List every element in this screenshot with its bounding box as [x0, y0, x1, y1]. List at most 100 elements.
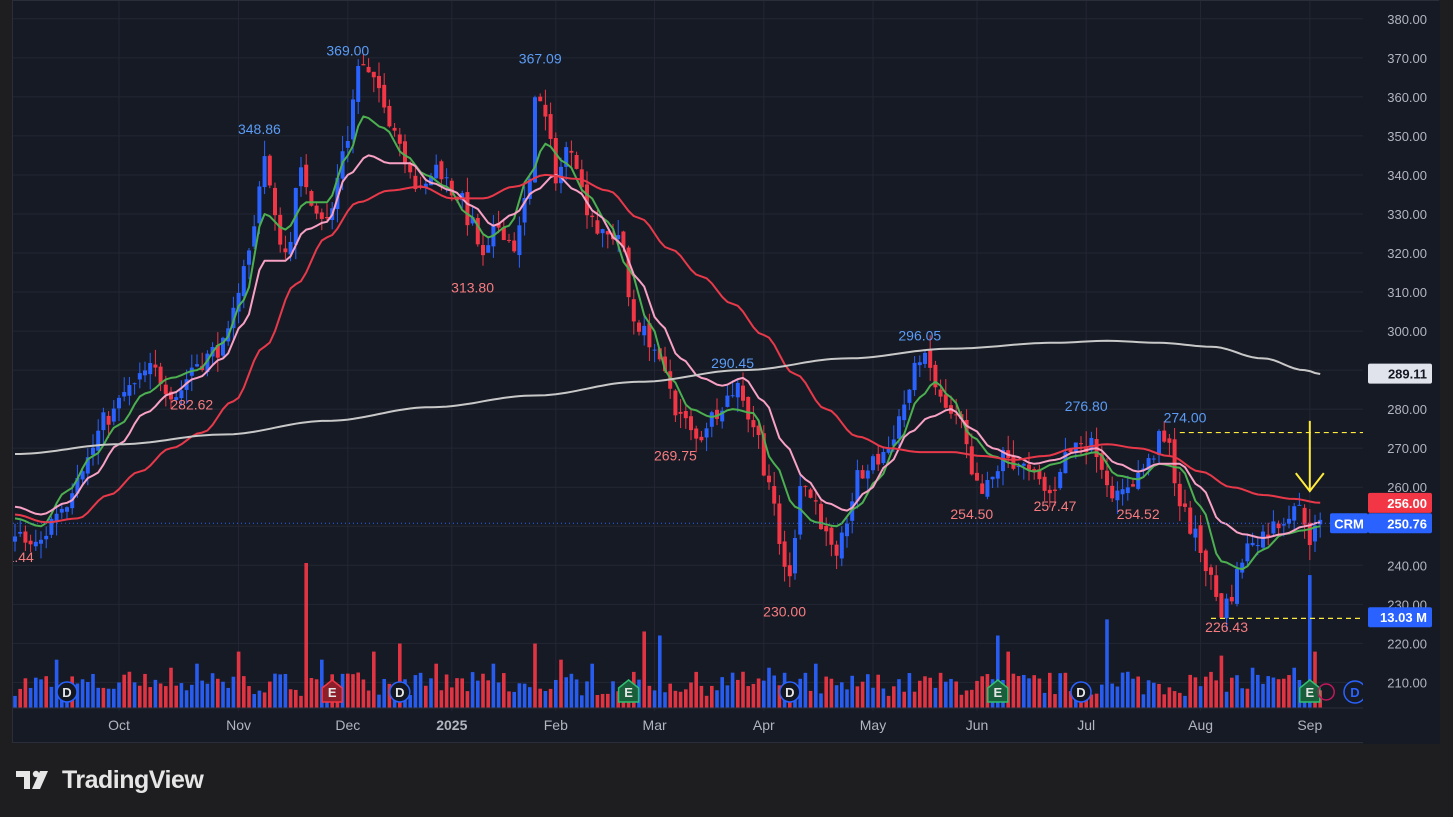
tradingview-logo-icon	[16, 770, 48, 789]
candle-body	[995, 471, 1000, 479]
candle-body	[163, 384, 168, 395]
volume-bar	[663, 692, 667, 708]
volume-bar	[944, 681, 948, 708]
volume-bar	[642, 631, 646, 708]
volume-bar	[548, 688, 553, 708]
candle-body	[262, 156, 267, 188]
volume-bar	[1214, 680, 1218, 708]
volume-bar	[1178, 692, 1182, 708]
candle-body	[631, 299, 636, 322]
candle-body	[735, 382, 740, 398]
candle-body	[928, 349, 933, 368]
candle-body	[257, 186, 262, 224]
ma-line-ma-mid	[14, 154, 1321, 539]
candle-body	[808, 489, 813, 498]
volume-bar	[278, 674, 282, 708]
price-axis-tick: 210.00	[1387, 675, 1427, 690]
price-axis: 210.00220.00230.00240.00250.00260.00270.…	[1363, 1, 1440, 744]
volume-bar	[216, 678, 220, 708]
volume-bar	[1230, 677, 1234, 708]
volume-bar	[361, 679, 366, 708]
earnings-marker: E	[1299, 679, 1321, 703]
volume-bar	[590, 663, 594, 708]
price-badge: 289.11	[1368, 363, 1432, 384]
volume-bar	[1256, 674, 1260, 708]
candle-body	[975, 472, 979, 481]
volume-bar	[538, 688, 542, 708]
candle-body	[33, 541, 38, 547]
volume-bar	[1235, 675, 1239, 708]
volume-bar	[595, 695, 600, 708]
volume-bar	[247, 686, 251, 708]
volume-bar	[101, 687, 106, 708]
volume-bar	[481, 673, 485, 708]
candle-body	[444, 177, 449, 179]
price-badge-label: 256.00	[1387, 496, 1427, 511]
price-badge: 13.03 M	[1368, 607, 1432, 628]
volume-bar	[1136, 676, 1140, 708]
candle-body	[39, 539, 43, 544]
candle-body	[1131, 484, 1135, 487]
volume-bar	[1058, 673, 1062, 708]
candle-body	[1276, 523, 1281, 529]
price-axis-tick: 350.00	[1387, 129, 1427, 144]
price-axis-tick: 240.00	[1387, 558, 1427, 573]
candle-body	[543, 104, 548, 117]
price-axis-tick: 330.00	[1387, 207, 1427, 222]
symbol-badge-label: CRM	[1334, 516, 1364, 531]
volume-bar	[309, 678, 314, 708]
candle-body	[18, 531, 23, 534]
volume-bar	[153, 679, 158, 708]
price-extreme-label: 348.86	[238, 121, 281, 137]
candle-body	[969, 446, 974, 475]
volume-bar	[1204, 676, 1208, 708]
volume-bar	[1063, 672, 1068, 708]
volume-bar	[819, 693, 823, 708]
candle-body	[897, 416, 901, 439]
volume-bar	[127, 671, 132, 708]
brand[interactable]: TradingView	[16, 765, 204, 795]
volume-bar	[928, 677, 932, 708]
volume-bar	[80, 679, 85, 708]
volume-bar	[231, 676, 236, 708]
candle-body	[91, 447, 95, 455]
volume-bar	[720, 677, 724, 708]
candle-body	[1047, 489, 1052, 494]
candle-body	[1219, 593, 1224, 618]
candle-body	[1188, 507, 1193, 534]
candle-body	[1214, 575, 1219, 597]
volume-bar	[585, 681, 589, 708]
candle-body	[111, 408, 116, 422]
candle-body	[595, 220, 600, 234]
volume-bar	[1141, 694, 1146, 708]
volume-bar	[210, 673, 215, 708]
volume-bar	[746, 686, 750, 708]
candle-body	[517, 225, 522, 256]
candle-body	[481, 245, 485, 256]
candle-body	[507, 239, 511, 241]
candle-body	[824, 525, 829, 532]
dividend-marker: D	[389, 681, 411, 703]
dividend-marker: D	[1070, 681, 1092, 703]
volume-bar	[439, 690, 444, 708]
price-chart[interactable]: 369.00 367.09 348.86 313.80 282.62 290.45 269.…	[13, 1, 1440, 744]
candle-body	[148, 363, 153, 375]
candle-body	[267, 155, 272, 186]
time-axis-tick: 2025	[436, 717, 467, 733]
volume-bar	[772, 675, 776, 708]
volume-bar	[351, 674, 355, 708]
candle-body	[1203, 550, 1208, 572]
volume-bar	[184, 690, 189, 708]
volume-bar	[49, 686, 54, 708]
price-extreme-label: 257.47	[1034, 498, 1077, 514]
ma-line-ma-fast	[14, 115, 1321, 571]
volume-bar	[897, 679, 901, 708]
candle-body	[1245, 543, 1250, 562]
candle-body	[1229, 596, 1234, 602]
volume-bar	[164, 686, 168, 708]
candle-body	[881, 451, 886, 464]
volume-bar	[179, 683, 184, 708]
volume-bar	[143, 673, 147, 708]
candle-body	[13, 536, 17, 542]
chart-panel[interactable]: 369.00 367.09 348.86 313.80 282.62 290.45 269.…	[12, 0, 1440, 744]
